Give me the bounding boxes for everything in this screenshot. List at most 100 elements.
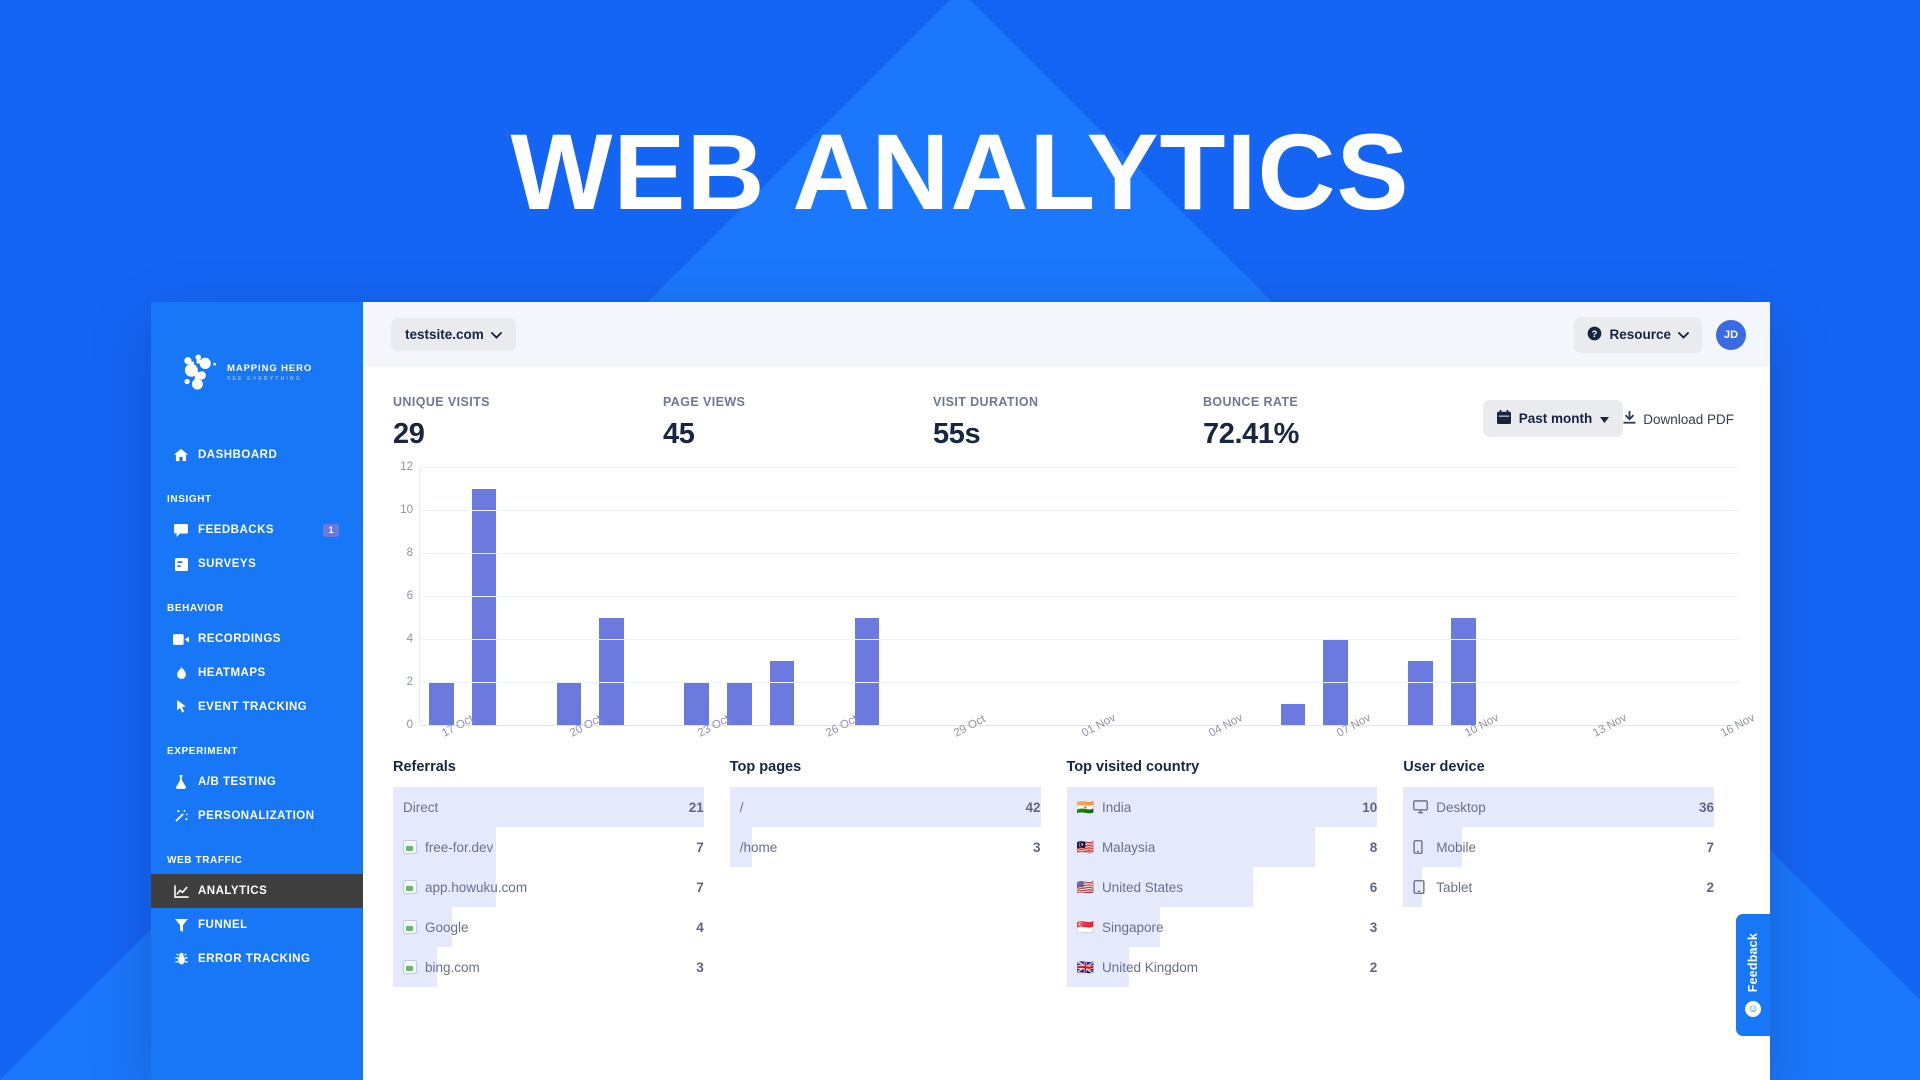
flag-icon: 🇬🇧 <box>1076 959 1094 975</box>
table-top-visited-country: Top visited country 🇮🇳 India 10 🇲🇾 Malaysia 8 🇺… <box>1066 759 1404 1080</box>
table-row-label: 🇺🇸 United States <box>1067 880 1183 895</box>
main-panel: testsite.com ? Resource JD UNIQUE VISITS… <box>363 302 1770 1080</box>
chart-plot <box>419 467 1740 726</box>
metric-unique-visits: UNIQUE VISITS 29 <box>393 395 663 451</box>
table-row-label-text: free-for.dev <box>425 839 494 855</box>
sidebar-item-label: SURVEYS <box>198 558 257 570</box>
table-row[interactable]: app.howuku.com 7 <box>393 867 704 907</box>
chart-y-tick-label: 0 <box>406 719 413 731</box>
sidebar-item-heatmaps[interactable]: HEATMAPS <box>151 656 363 690</box>
chart-bar[interactable] <box>1280 703 1306 725</box>
table-row-value: 3 <box>1032 839 1041 855</box>
table-row[interactable]: 🇺🇸 United States 6 <box>1066 867 1378 907</box>
avatar[interactable]: JD <box>1716 319 1746 350</box>
table-row[interactable]: free-for.dev 7 <box>393 827 704 867</box>
sidebar-item-event-tracking[interactable]: EVENT TRACKING <box>151 690 363 724</box>
table-row-label: Google <box>393 920 469 935</box>
table-row[interactable]: bing.com 3 <box>393 947 704 987</box>
chart-y-axis: 0 2 4 6 8 10 12 <box>393 461 419 731</box>
chart-bar[interactable] <box>769 660 795 725</box>
site-selector[interactable]: testsite.com <box>391 318 516 351</box>
sidebar-item-feedbacks[interactable]: FEEDBACKS 1 <box>151 513 363 547</box>
sidebar-item-dashboard[interactable]: DASHBOARD <box>151 438 363 472</box>
chart-line-icon <box>173 884 189 898</box>
analytics-content-card: UNIQUE VISITS 29 PAGE VIEWS 45 VISIT DURATIO… <box>363 367 1770 1080</box>
table-row-value: 7 <box>696 839 704 855</box>
table-top-pages: Top pages/42/home 3 <box>729 759 1067 1080</box>
table-row-label-text: United States <box>1101 879 1183 895</box>
metrics-row: UNIQUE VISITS 29 PAGE VIEWS 45 VISIT DURATIO… <box>363 367 1770 451</box>
topbar: testsite.com ? Resource JD <box>363 302 1770 367</box>
chart-bar[interactable] <box>556 682 582 725</box>
table-row[interactable]: 🇸🇬 Singapore 3 <box>1066 907 1377 947</box>
sidebar-item-personalization[interactable]: PERSONALIZATION <box>151 799 363 833</box>
survey-icon <box>173 557 189 571</box>
flag-icon: 🇺🇸 <box>1076 879 1094 895</box>
chart-bar[interactable] <box>1408 660 1433 725</box>
visits-bar-chart: 0 2 4 6 8 10 12 17 Oct 20 Oct 23 Oct 26 Oct 29 Oct… <box>363 451 1770 751</box>
table-row[interactable]: Direct 21 <box>393 787 704 827</box>
table-row-bar <box>729 787 1041 827</box>
download-pdf-button[interactable]: Download PDF <box>1623 411 1734 427</box>
help-circle-icon: ? <box>1587 326 1602 344</box>
flask-icon <box>173 775 189 789</box>
tablet-icon <box>1413 880 1428 894</box>
table-row[interactable]: 🇲🇾 Malaysia 8 <box>1066 827 1377 867</box>
sidebar-item-analytics[interactable]: ANALYTICS <box>151 874 363 908</box>
table-row[interactable]: / 42 <box>729 787 1041 827</box>
sidebar-item-recordings[interactable]: RECORDINGS <box>151 622 363 656</box>
brand-logo[interactable]: MAPPING HERO SEE EVERYTHING <box>151 328 363 398</box>
chart-bar[interactable] <box>428 682 454 725</box>
chart-bar[interactable] <box>1450 617 1476 725</box>
table-row[interactable]: Google 4 <box>393 907 704 947</box>
chart-bar[interactable] <box>599 617 624 725</box>
metric-value: 55s <box>933 418 981 450</box>
sidebar-item-label: EVENT TRACKING <box>198 701 308 713</box>
table-row-label-text: Mobile <box>1436 839 1477 855</box>
table-row[interactable]: Tablet 2 <box>1403 867 1714 907</box>
table-row-value: 7 <box>1706 839 1714 855</box>
chart-bar[interactable] <box>854 617 880 725</box>
feedback-tab[interactable]: Feedback ☺ <box>1736 914 1770 1036</box>
table-row[interactable]: 🇮🇳 India 10 <box>1066 787 1378 827</box>
chart-bar[interactable] <box>684 682 710 725</box>
sidebar-item-funnel[interactable]: FUNNEL <box>151 908 363 942</box>
table-row-label: free-for.dev <box>393 840 493 855</box>
feedback-tab-label: Feedback <box>1746 933 1760 993</box>
table-row-label: 🇸🇬 Singapore <box>1067 920 1164 935</box>
table-row[interactable]: Desktop 36 <box>1403 787 1714 827</box>
funnel-icon <box>173 918 189 932</box>
sidebar-item-a-b-testing[interactable]: A/B TESTING <box>151 765 363 799</box>
table-row-value: 21 <box>688 799 704 815</box>
table-row-label-text: Malaysia <box>1101 839 1156 855</box>
video-icon <box>173 633 189 645</box>
chart-gridline <box>420 682 1740 683</box>
table-row[interactable]: 🇬🇧 United Kingdom 2 <box>1066 947 1377 987</box>
broken-image-icon <box>403 960 417 974</box>
sidebar-item-label: HEATMAPS <box>198 667 266 679</box>
brand-name: MAPPING HERO <box>227 362 313 374</box>
sidebar-item-label: FEEDBACKS <box>198 524 275 536</box>
chart-plot-area: 0 2 4 6 8 10 12 <box>393 461 1740 731</box>
metric-visit-duration: VISIT DURATION 55s <box>933 395 1203 451</box>
chart-bar[interactable] <box>471 488 497 725</box>
sidebar-item-surveys[interactable]: SURVEYS <box>151 547 363 581</box>
table-row-label-text: app.howuku.com <box>425 879 528 895</box>
table-row-label-text: / <box>739 799 744 815</box>
table-row-label: 🇲🇾 Malaysia <box>1067 840 1156 855</box>
table-row-value: 6 <box>1369 879 1378 895</box>
resource-button[interactable]: ? Resource <box>1574 316 1702 353</box>
bug-icon <box>173 952 189 966</box>
table-row-value: 2 <box>1706 879 1714 895</box>
chart-bar[interactable] <box>726 682 752 725</box>
table-user-device: User device Desktop 36 Mobile 7 Tablet 2 <box>1403 759 1740 1080</box>
table-row[interactable]: Mobile 7 <box>1403 827 1714 867</box>
table-row[interactable]: /home 3 <box>729 827 1041 867</box>
sidebar-item-label: A/B TESTING <box>198 776 277 788</box>
table-row-label: Mobile <box>1403 840 1476 855</box>
sidebar-item-error-tracking[interactable]: ERROR TRACKING <box>151 942 363 976</box>
calendar-icon <box>1496 410 1511 427</box>
download-pdf-label: Download PDF <box>1643 411 1734 427</box>
sidebar-item-label: FUNNEL <box>198 919 248 931</box>
date-range-selector[interactable]: Past month <box>1482 400 1624 437</box>
